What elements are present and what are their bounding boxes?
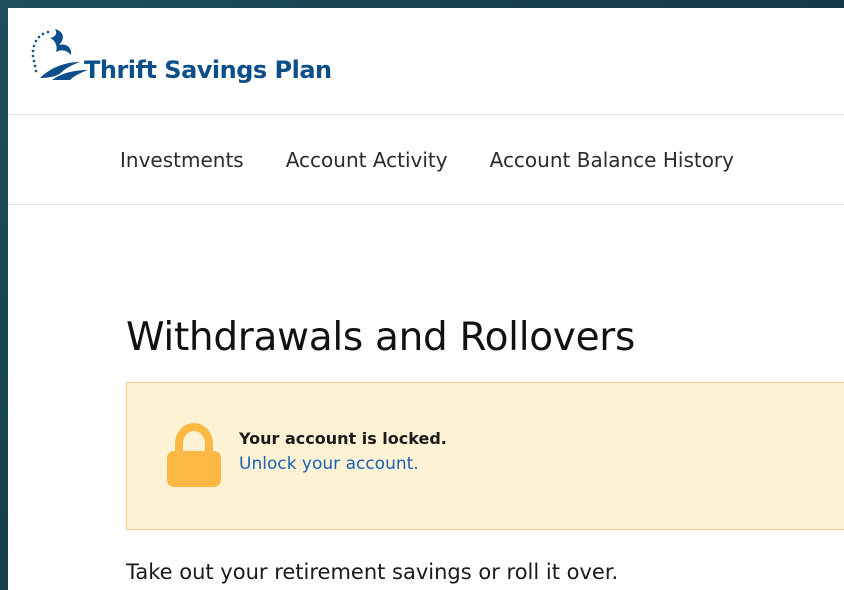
main-nav: Investments Account Activity Account Bal… [8, 115, 844, 205]
alert-title: Your account is locked. [239, 429, 447, 448]
tsp-logo[interactable]: Thrift Savings Plan [22, 26, 332, 86]
nav-item-account-balance-history[interactable]: Account Balance History [490, 148, 734, 172]
lock-icon [165, 422, 223, 489]
unlock-account-link[interactable]: Unlock your account. [239, 454, 447, 474]
nav-item-account-activity[interactable]: Account Activity [286, 148, 448, 172]
intro-text: Take out your retirement savings or roll… [126, 560, 619, 584]
logo-text: Thrift Savings Plan [84, 56, 332, 84]
nav-item-investments[interactable]: Investments [120, 148, 244, 172]
site-header: Thrift Savings Plan [8, 8, 844, 115]
account-locked-alert: Your account is locked. Unlock your acco… [126, 382, 844, 530]
alert-text: Your account is locked. Unlock your acco… [239, 429, 447, 474]
main-content: Withdrawals and Rollovers Your account i… [8, 205, 844, 584]
page: Thrift Savings Plan Investments Account … [8, 8, 844, 590]
page-title: Withdrawals and Rollovers [126, 315, 636, 360]
tsp-logo-icon [22, 26, 92, 86]
